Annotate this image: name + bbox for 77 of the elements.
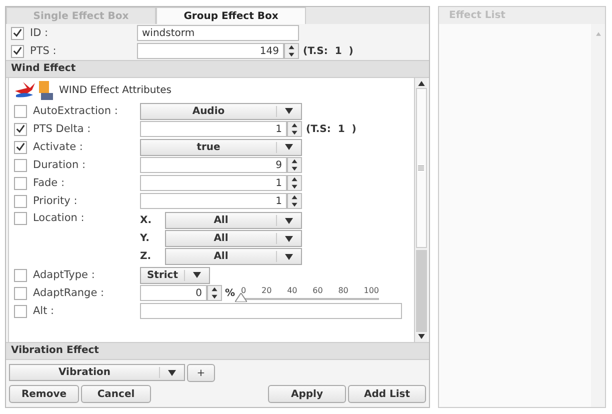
spinner-icon[interactable] (207, 285, 222, 301)
unit-text: % (225, 288, 236, 298)
tick-label: 0 (241, 286, 246, 295)
dropdown[interactable]: Vibration (9, 364, 185, 381)
axis-label: Z. (140, 251, 152, 262)
field-label: PTS Delta : (33, 123, 92, 135)
field-label: Priority : (33, 195, 78, 207)
spinner-icon[interactable] (287, 157, 302, 173)
field-label: AdaptRange : (33, 287, 106, 299)
action-button[interactable]: Cancel (81, 385, 151, 403)
caret-icon (285, 236, 293, 242)
attributes-title: WIND Effect Attributes (59, 84, 172, 96)
number-field[interactable]: 1 (140, 193, 287, 209)
checkbox[interactable] (14, 140, 27, 154)
field-label: ID : (30, 27, 50, 39)
axis-label: Y. (140, 233, 150, 244)
dropdown[interactable]: Audio (140, 102, 302, 120)
field-label: Location : (33, 212, 86, 224)
number-field[interactable]: 1 (140, 121, 287, 137)
tick-label: 60 (312, 286, 323, 295)
input-field[interactable]: windstorm (137, 25, 299, 41)
dropdown[interactable]: All (165, 212, 302, 229)
tick-label: 100 (364, 286, 380, 295)
spinner-icon[interactable] (287, 121, 302, 137)
caret-icon (285, 218, 293, 224)
spinner-icon[interactable] (287, 175, 302, 191)
spinner-icon[interactable] (287, 193, 302, 209)
caret-icon (193, 272, 201, 278)
checkbox[interactable] (11, 26, 24, 40)
action-button[interactable]: Remove (9, 385, 79, 403)
number-field[interactable]: 1 (140, 175, 287, 191)
tick-label: 80 (338, 286, 348, 295)
number-field[interactable]: 149 (137, 43, 284, 59)
action-button[interactable]: Apply (268, 385, 346, 403)
caret-icon (285, 108, 293, 114)
spinner-icon[interactable] (284, 43, 299, 59)
scroll-up-icon[interactable] (418, 81, 424, 86)
dropdown[interactable]: All (165, 230, 302, 247)
number-field[interactable]: 9 (140, 157, 287, 173)
checkbox[interactable] (14, 304, 27, 318)
field-label: Fade : (33, 177, 66, 189)
grip-icon[interactable] (418, 165, 424, 171)
field-label: AutoExtraction : (33, 105, 119, 117)
section-header: Wind Effect (6, 60, 429, 78)
checkbox[interactable] (14, 176, 27, 190)
action-button[interactable]: Add List (348, 385, 426, 403)
field-label: AdaptType : (33, 269, 96, 281)
checkbox[interactable] (14, 122, 27, 136)
scrollbar[interactable] (591, 24, 605, 407)
time-scale-text: (T.S: 1 ) (306, 124, 356, 134)
tick-label: 20 (262, 286, 272, 295)
time-scale-text: (T.S: 1 ) (303, 46, 354, 56)
checkbox[interactable] (14, 286, 27, 300)
dropdown[interactable]: true (140, 138, 302, 156)
tab[interactable]: Group Effect Box (156, 7, 306, 24)
axis-label: X. (140, 215, 153, 226)
caret-icon (168, 370, 176, 376)
caret-icon (285, 144, 293, 150)
field-label: Activate : (33, 141, 84, 153)
field-label: Alt : (33, 305, 56, 317)
section-header: Vibration Effect (6, 342, 429, 360)
checkbox[interactable] (14, 194, 27, 208)
tick-label: 40 (287, 286, 298, 295)
checkbox[interactable] (14, 158, 27, 172)
field-label: PTS : (30, 45, 58, 57)
field-label: Duration : (33, 159, 86, 171)
checkbox[interactable] (14, 212, 27, 225)
scroll-down-icon[interactable] (418, 334, 424, 339)
checkbox[interactable] (14, 268, 27, 282)
checkbox[interactable] (14, 104, 27, 118)
dropdown[interactable]: Strict (140, 266, 210, 284)
checkbox[interactable] (11, 44, 24, 58)
dropdown[interactable]: All (165, 248, 302, 265)
caret-icon (285, 254, 293, 260)
number-field[interactable]: 0 (140, 285, 207, 301)
scrollbar[interactable] (414, 78, 427, 342)
add-button[interactable]: + (187, 364, 215, 382)
